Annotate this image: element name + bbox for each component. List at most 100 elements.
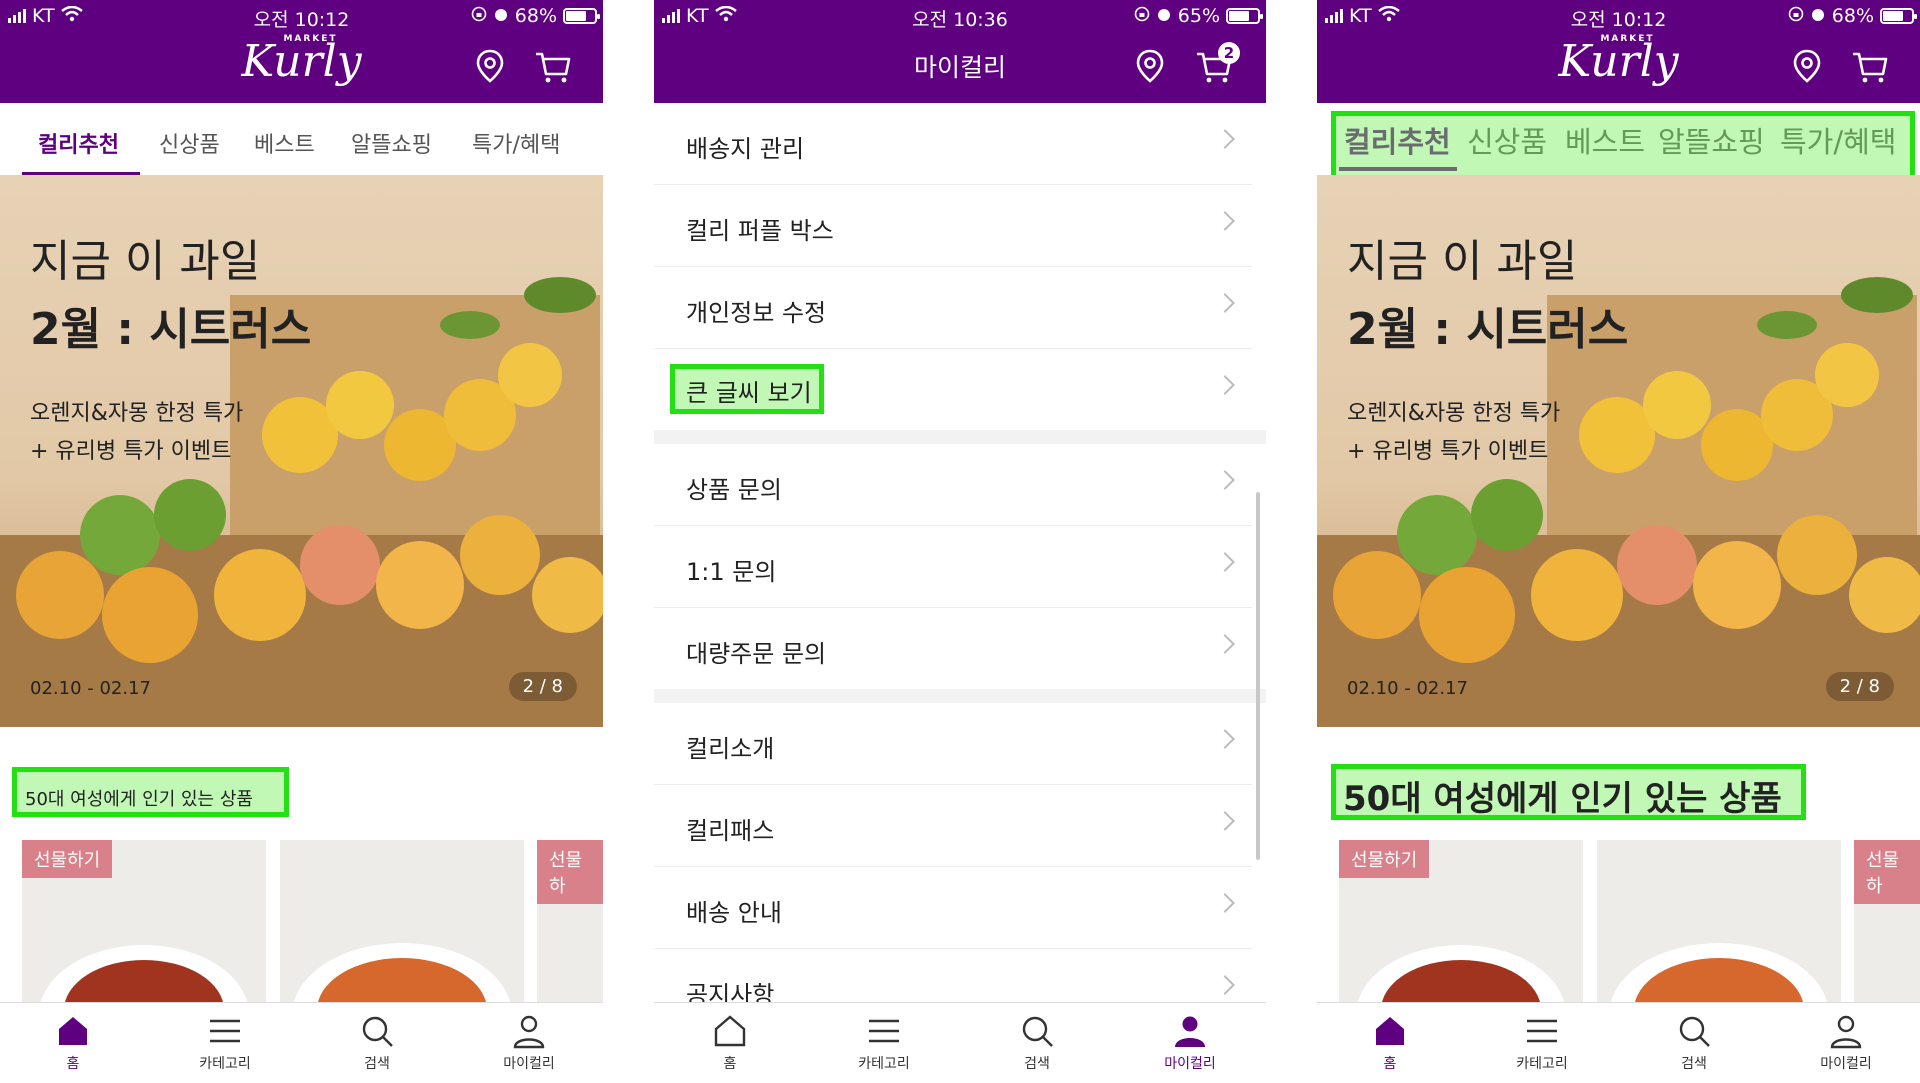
my-kurly-menu: 배송지 관리 컬리 퍼플 박스 개인정보 수정 큰 글씨 보기 상품 문의 1:… bbox=[654, 103, 1266, 1031]
search-icon bbox=[1022, 1016, 1053, 1047]
menu-icon bbox=[210, 1019, 240, 1043]
tab-special-offers[interactable]: 특가/혜택 bbox=[472, 127, 560, 159]
product-image bbox=[293, 943, 511, 1005]
product-carousel: 선물하기 선물하 bbox=[0, 840, 603, 1005]
product-carousel: 선물하기 선물하 bbox=[1317, 840, 1920, 1005]
category-tabs: 컬리추천 신상품 베스트 알뜰쇼핑 특가/혜택 bbox=[0, 103, 603, 176]
search-icon bbox=[362, 1016, 393, 1047]
home-screen-default: KT 오전 10:12 68% MARKET Kurly 컬리추천 신상품 베스… bbox=[0, 0, 603, 1083]
nav-search[interactable]: 검색 bbox=[1634, 1013, 1754, 1073]
nav-home[interactable]: 홈 bbox=[1330, 1013, 1450, 1073]
battery-icon bbox=[563, 8, 600, 24]
section-title: 50대 여성에게 인기 있는 상품 bbox=[1343, 779, 1782, 819]
cart-icon[interactable]: 2 bbox=[1194, 42, 1240, 86]
menu-icon bbox=[869, 1019, 899, 1043]
page-title: 마이컬리 bbox=[913, 53, 1006, 82]
tab-best[interactable]: 베스트 bbox=[254, 127, 315, 159]
gift-badge: 선물하 bbox=[1854, 840, 1920, 904]
chevron-right-icon bbox=[1215, 634, 1235, 654]
alarm-icon bbox=[1810, 5, 1826, 27]
location-pin-icon[interactable] bbox=[1130, 46, 1170, 86]
product-card[interactable]: 선물하기 bbox=[22, 840, 266, 1005]
section-divider bbox=[654, 689, 1266, 703]
nav-search[interactable]: 검색 bbox=[977, 1013, 1097, 1073]
chevron-right-icon bbox=[1215, 893, 1235, 913]
nav-category[interactable]: 카테고리 bbox=[1482, 1013, 1602, 1073]
chevron-right-icon bbox=[1215, 975, 1235, 995]
menu-item[interactable]: 개인정보 수정 bbox=[654, 267, 1252, 349]
menu-item[interactable]: 컬리 퍼플 박스 bbox=[654, 185, 1252, 267]
cart-icon[interactable] bbox=[533, 46, 573, 86]
product-card[interactable] bbox=[280, 840, 524, 1005]
banner-line-2: 2월 : 시트러스 bbox=[30, 304, 312, 355]
tab-kurly-recommend[interactable]: 컬리추천 bbox=[38, 127, 119, 159]
nav-home[interactable]: 홈 bbox=[13, 1013, 133, 1073]
nav-category[interactable]: 카테고리 bbox=[165, 1013, 285, 1073]
tab-new-products[interactable]: 신상품 bbox=[159, 127, 220, 159]
banner-text: 지금 이 과일 2월 : 시트러스 오렌지&자몽 한정 특가 + 유리병 특가 … bbox=[30, 225, 311, 465]
bottom-nav: 홈 카테고리 검색 마이컬리 bbox=[1317, 1002, 1920, 1083]
menu-item[interactable]: 배송 안내 bbox=[654, 867, 1252, 949]
promo-banner[interactable]: 지금 이 과일 2월 : 시트러스 오렌지&자몽 한정 특가 + 유리병 특가 … bbox=[0, 175, 603, 727]
banner-line-4: + 유리병 특가 이벤트 bbox=[30, 439, 232, 464]
gift-badge: 선물하 bbox=[537, 840, 603, 904]
menu-item[interactable]: 배송지 관리 bbox=[654, 103, 1252, 185]
location-pin-icon[interactable] bbox=[470, 46, 510, 86]
home-icon bbox=[1376, 1017, 1404, 1045]
chevron-right-icon bbox=[1215, 129, 1235, 149]
banner-page-indicator: 2 / 8 bbox=[1825, 672, 1894, 701]
location-pin-icon[interactable] bbox=[1787, 46, 1827, 86]
product-card[interactable]: 선물하 bbox=[1854, 840, 1920, 1005]
search-icon bbox=[1679, 1016, 1710, 1047]
app-header: KT 오전 10:12 68% MARKET Kurly bbox=[0, 0, 603, 103]
section-title: 50대 여성에게 인기 있는 상품 bbox=[25, 789, 253, 810]
banner-line-3: 오렌지&자몽 한정 특가 bbox=[30, 401, 244, 426]
tab-thrifty-shopping[interactable]: 알뜰쇼핑 bbox=[351, 127, 432, 159]
user-icon bbox=[1830, 1015, 1862, 1049]
rotation-lock-icon bbox=[471, 5, 487, 27]
kurly-logo[interactable]: MARKET Kurly bbox=[1317, 34, 1920, 84]
bottom-nav: 홈 카테고리 검색 마이컬리 bbox=[654, 1002, 1266, 1083]
menu-item[interactable]: 컬리소개 bbox=[654, 703, 1252, 785]
category-tabs: 컬리추천 신상품 베스트 알뜰쇼핑 특가/혜택 bbox=[1317, 103, 1920, 186]
nav-my-kurly[interactable]: 마이컬리 bbox=[1130, 1013, 1250, 1073]
product-card[interactable] bbox=[1597, 840, 1841, 1005]
chevron-right-icon bbox=[1215, 211, 1235, 231]
product-card[interactable]: 선물하 bbox=[537, 840, 603, 1005]
kurly-logo[interactable]: MARKET Kurly bbox=[0, 34, 603, 84]
menu-item[interactable]: 대량주문 문의 bbox=[654, 608, 1252, 689]
menu-icon bbox=[1527, 1019, 1557, 1043]
cart-icon[interactable] bbox=[1850, 46, 1890, 86]
chevron-right-icon bbox=[1215, 729, 1235, 749]
status-bar: KT 오전 10:12 68% bbox=[1317, 0, 1920, 32]
nav-home[interactable]: 홈 bbox=[670, 1013, 790, 1073]
promo-banner[interactable]: 지금 이 과일 2월 : 시트러스 오렌지&자몽 한정 특가 + 유리병 특가 … bbox=[1317, 175, 1920, 727]
menu-item-large-text[interactable]: 큰 글씨 보기 bbox=[654, 349, 1252, 430]
nav-my-kurly[interactable]: 마이컬리 bbox=[1786, 1013, 1906, 1073]
menu-item[interactable]: 상품 문의 bbox=[654, 444, 1252, 526]
alarm-icon bbox=[1156, 5, 1172, 27]
battery-icon bbox=[1226, 8, 1263, 24]
nav-category[interactable]: 카테고리 bbox=[824, 1013, 944, 1073]
section-divider bbox=[654, 430, 1266, 444]
product-card[interactable]: 선물하기 bbox=[1339, 840, 1583, 1005]
scrollbar[interactable] bbox=[1256, 492, 1260, 860]
banner-line-4: + 유리병 특가 이벤트 bbox=[1347, 439, 1549, 464]
nav-search[interactable]: 검색 bbox=[317, 1013, 437, 1073]
chevron-right-icon bbox=[1215, 470, 1235, 490]
nav-my-kurly[interactable]: 마이컬리 bbox=[469, 1013, 589, 1073]
home-icon bbox=[714, 1015, 746, 1047]
banner-line-1: 지금 이 과일 bbox=[30, 236, 261, 287]
menu-item[interactable]: 1:1 문의 bbox=[654, 526, 1252, 608]
app-header: KT 오전 10:12 68% MARKET Kurly bbox=[1317, 0, 1920, 103]
rotation-lock-icon bbox=[1788, 5, 1804, 27]
banner-date: 02.10 - 02.17 bbox=[1347, 678, 1468, 699]
gift-badge: 선물하기 bbox=[1339, 840, 1430, 878]
battery-percent: 68% bbox=[1831, 5, 1874, 27]
banner-line-1: 지금 이 과일 bbox=[1347, 236, 1578, 287]
menu-item[interactable]: 컬리패스 bbox=[654, 785, 1252, 867]
alarm-icon bbox=[493, 5, 509, 27]
banner-line-3: 오렌지&자몽 한정 특가 bbox=[1347, 401, 1561, 426]
user-icon bbox=[513, 1015, 545, 1049]
chevron-right-icon bbox=[1215, 811, 1235, 831]
